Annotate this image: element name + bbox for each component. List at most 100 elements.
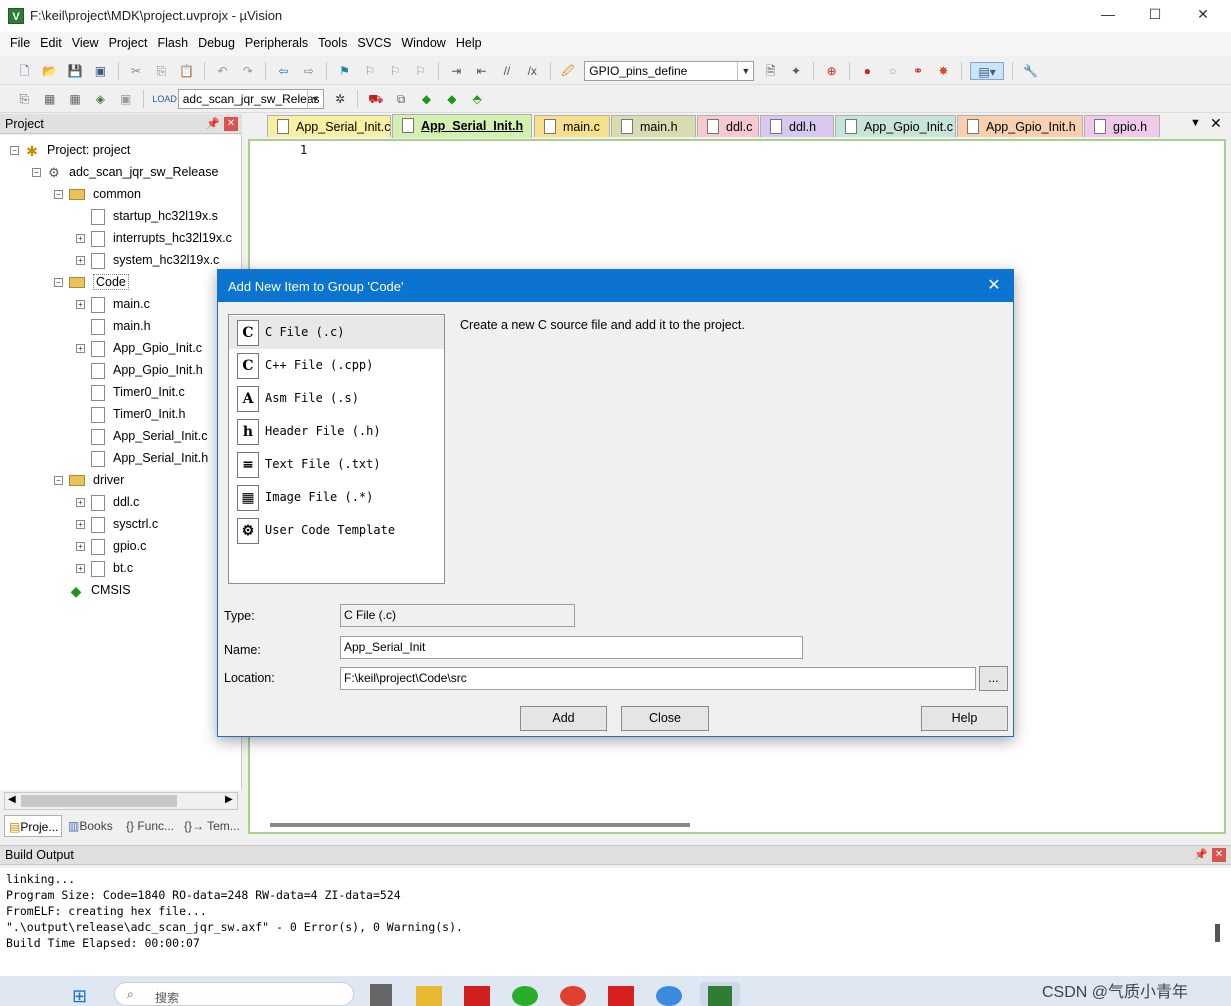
- tab-functions[interactable]: {} Func...: [122, 815, 178, 837]
- collapse-icon[interactable]: −: [54, 190, 63, 200]
- output-scrollbar-thumb[interactable]: [1215, 924, 1220, 942]
- build-icon[interactable]: ▦: [41, 90, 59, 108]
- collapse-icon[interactable]: −: [54, 278, 63, 288]
- browse-button[interactable]: ...: [979, 666, 1008, 691]
- editor-tab[interactable]: main.c: [534, 115, 610, 137]
- youdao-icon[interactable]: [464, 986, 490, 1006]
- select-packs-icon[interactable]: ◆: [443, 90, 461, 108]
- tree-item[interactable]: startup_hc32l19x.s: [76, 205, 218, 227]
- scrollbar-thumb[interactable]: [21, 795, 177, 807]
- menu-svcs[interactable]: SVCS: [352, 32, 396, 54]
- save-icon[interactable]: 💾: [66, 62, 84, 80]
- file-type-item[interactable]: h Header File (.h): [229, 415, 444, 448]
- breakpoint-icon[interactable]: ●: [858, 62, 876, 80]
- tree-item[interactable]: + gpio.c: [76, 535, 146, 557]
- manage-components-icon[interactable]: ⛟: [367, 90, 385, 108]
- collapse-icon[interactable]: −: [32, 168, 41, 178]
- wps-icon[interactable]: [608, 986, 634, 1006]
- prev-bookmark-icon[interactable]: ⚐: [361, 62, 379, 80]
- uncomment-icon[interactable]: /x: [523, 62, 541, 80]
- debug-session-icon[interactable]: ⊕: [823, 62, 841, 80]
- tree-item[interactable]: App_Gpio_Init.h: [76, 359, 203, 381]
- menu-window[interactable]: Window: [396, 32, 450, 54]
- close-button[interactable]: Close: [621, 706, 709, 731]
- tree-item[interactable]: + sysctrl.c: [76, 513, 158, 535]
- tree-item[interactable]: App_Serial_Init.c: [76, 425, 208, 447]
- configure-icon[interactable]: 🔧: [1022, 62, 1040, 80]
- tree-item[interactable]: Timer0_Init.c: [76, 381, 185, 403]
- tree-item[interactable]: − Code: [54, 271, 129, 293]
- tree-horizontal-scrollbar[interactable]: ◀ ▶: [4, 792, 238, 810]
- pin-icon[interactable]: 📌: [1194, 848, 1208, 861]
- copy-icon[interactable]: ⎘: [152, 62, 170, 80]
- scroll-left-icon[interactable]: ◀: [8, 794, 16, 805]
- wechat-icon[interactable]: [512, 986, 538, 1006]
- find-in-files-icon[interactable]: 🖉: [559, 62, 577, 80]
- menu-project[interactable]: Project: [104, 32, 153, 54]
- find-combo[interactable]: GPIO_pins_define ▼: [584, 61, 755, 81]
- tab-templates[interactable]: {}→ Tem...: [180, 815, 240, 837]
- editor-tab[interactable]: App_Gpio_Init.h: [957, 115, 1083, 137]
- menu-peripherals[interactable]: Peripherals: [240, 32, 313, 54]
- file-type-item[interactable]: A Asm File (.s): [229, 382, 444, 415]
- add-button[interactable]: Add: [520, 706, 607, 731]
- taskbar-search-box[interactable]: ⌕ 搜索: [114, 982, 354, 1006]
- task-view-icon[interactable]: [370, 984, 392, 1006]
- menu-edit[interactable]: Edit: [35, 32, 67, 54]
- pack-installer-icon[interactable]: ⬘: [468, 90, 486, 108]
- tree-item[interactable]: ◆ CMSIS: [54, 579, 131, 601]
- tab-project[interactable]: ▤Proje...: [4, 815, 62, 837]
- collapse-icon[interactable]: −: [54, 476, 63, 486]
- file-type-item[interactable]: ≡ Text File (.txt): [229, 448, 444, 481]
- close-panel-icon[interactable]: ✕: [224, 117, 238, 131]
- expand-icon[interactable]: +: [76, 564, 85, 574]
- build-output-text[interactable]: linking... Program Size: Code=1840 RO-da…: [0, 868, 1231, 976]
- clear-bookmarks-icon[interactable]: ⚐: [412, 62, 430, 80]
- navigate-back-icon[interactable]: ⇦: [274, 62, 292, 80]
- redo-icon[interactable]: ↷: [239, 62, 257, 80]
- scroll-right-icon[interactable]: ▶: [225, 794, 233, 805]
- bookmark-icon[interactable]: ⚑: [336, 62, 354, 80]
- kill-breakpoints-icon[interactable]: ✸: [934, 62, 952, 80]
- editor-tab[interactable]: ddl.c: [697, 115, 759, 137]
- comment-icon[interactable]: //: [498, 62, 516, 80]
- tree-item[interactable]: main.h: [76, 315, 151, 337]
- expand-icon[interactable]: +: [76, 542, 85, 552]
- tree-item[interactable]: − driver: [54, 469, 124, 491]
- save-all-icon[interactable]: ▣: [91, 62, 109, 80]
- file-type-item[interactable]: C C++ File (.cpp): [229, 349, 444, 382]
- download-icon[interactable]: LOAD: [152, 90, 177, 108]
- minimize-icon[interactable]: —: [1093, 6, 1123, 26]
- tree-item[interactable]: + ddl.c: [76, 491, 139, 513]
- tree-item[interactable]: − ⚙ adc_scan_jqr_sw_Release: [32, 161, 218, 183]
- file-explorer-icon[interactable]: [416, 986, 442, 1006]
- maximize-icon[interactable]: ☐: [1140, 6, 1170, 26]
- dialog-close-icon[interactable]: ✕: [983, 275, 1005, 297]
- disable-breakpoint-icon[interactable]: ○: [884, 62, 902, 80]
- app-icon[interactable]: [656, 986, 682, 1006]
- cut-icon[interactable]: ✂: [127, 62, 145, 80]
- tree-item[interactable]: + system_hc32l19x.c: [76, 249, 219, 271]
- window-layout-icon[interactable]: ▤▾: [970, 62, 1005, 80]
- help-button[interactable]: Help: [921, 706, 1008, 731]
- tree-item[interactable]: + interrupts_hc32l19x.c: [76, 227, 232, 249]
- uvision-taskbar-button[interactable]: [700, 982, 740, 1006]
- paste-icon[interactable]: 📋: [178, 62, 196, 80]
- location-field[interactable]: F:\keil\project\Code\src: [340, 667, 976, 690]
- expand-icon[interactable]: +: [76, 300, 85, 310]
- file-type-item[interactable]: ▦ Image File (.*): [229, 481, 444, 514]
- undo-icon[interactable]: ↶: [213, 62, 231, 80]
- editor-tab[interactable]: gpio.h: [1084, 115, 1160, 137]
- target-combo[interactable]: adc_scan_jqr_sw_Releas ▼: [177, 89, 324, 109]
- close-editor-icon[interactable]: ✕: [1210, 115, 1222, 132]
- tree-item[interactable]: Timer0_Init.h: [76, 403, 185, 425]
- editor-tab[interactable]: ddl.h: [760, 115, 834, 137]
- tree-item[interactable]: + App_Gpio_Init.c: [76, 337, 202, 359]
- menu-file[interactable]: File: [5, 32, 35, 54]
- expand-icon[interactable]: +: [76, 234, 85, 244]
- menu-debug[interactable]: Debug: [193, 32, 240, 54]
- navigate-forward-icon[interactable]: ⇨: [300, 62, 318, 80]
- indent-icon[interactable]: ⇥: [447, 62, 465, 80]
- editor-tab[interactable]: main.h: [611, 115, 696, 137]
- file-type-item[interactable]: ⚙ User Code Template: [229, 514, 444, 547]
